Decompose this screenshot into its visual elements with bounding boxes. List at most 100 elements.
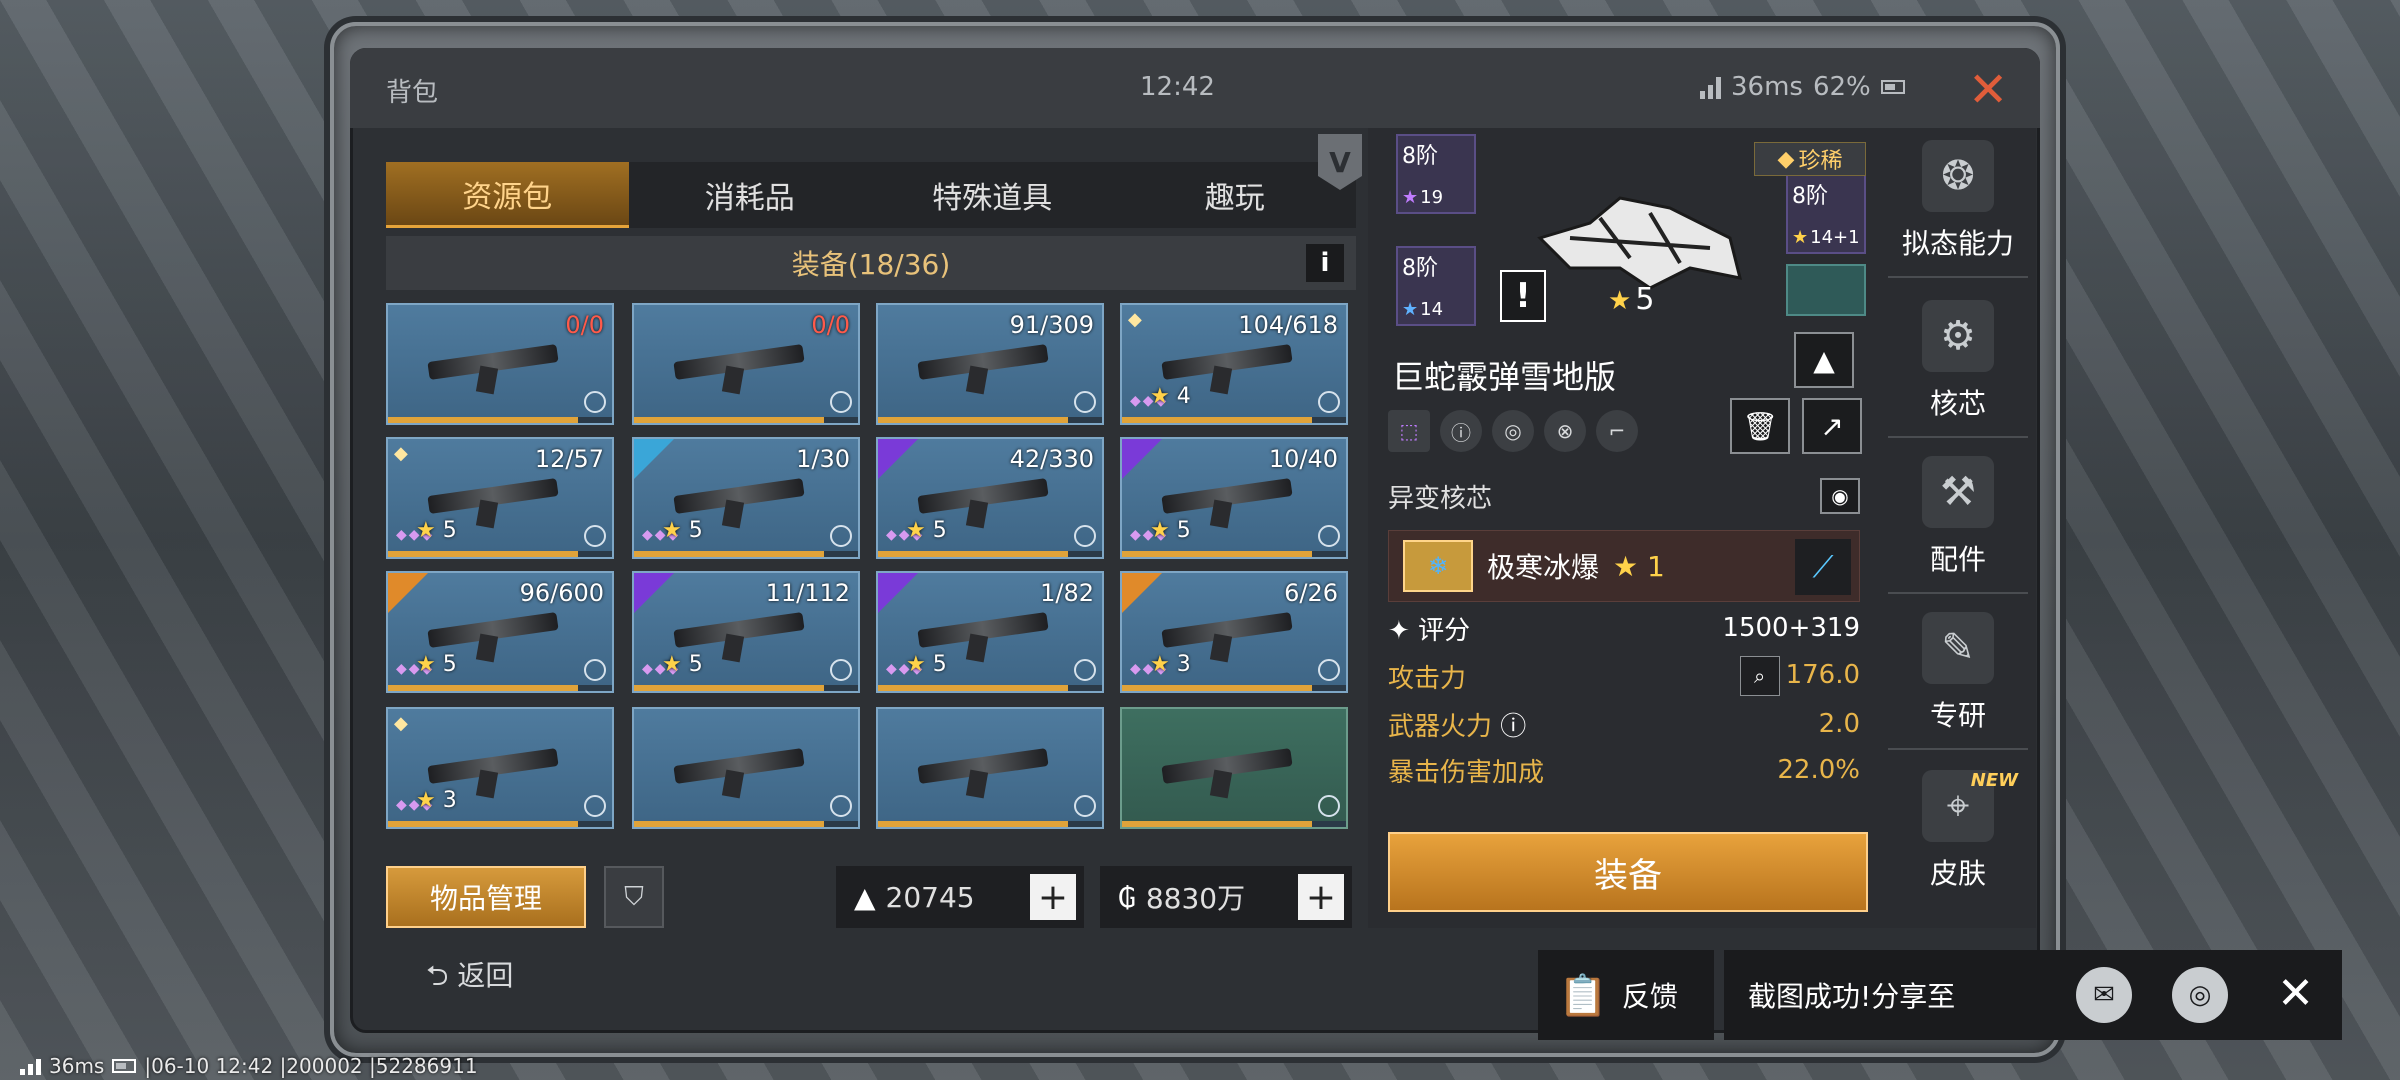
transfer-icon[interactable]: ▲ bbox=[1794, 332, 1854, 388]
item-status-icon bbox=[1074, 659, 1096, 681]
eye-icon[interactable]: ◉ bbox=[1820, 478, 1860, 514]
battery-icon bbox=[1880, 80, 1905, 94]
rarity-badge: ◆ 珍稀 bbox=[1754, 142, 1866, 176]
stat-row-firepower: 武器火力 ⓘ 2.0 bbox=[1388, 709, 1860, 742]
item-progress-bar bbox=[1122, 417, 1313, 423]
gem-icon: ◆ bbox=[1777, 146, 1795, 172]
share-icon[interactable]: ↗ bbox=[1802, 398, 1862, 454]
item-count: 96/600 bbox=[519, 579, 604, 607]
close-icon[interactable]: ✕ bbox=[1968, 62, 2008, 118]
item-status-icon bbox=[1074, 525, 1096, 547]
item-progress-bar bbox=[634, 685, 825, 691]
moments-icon[interactable]: ◎ bbox=[2172, 967, 2228, 1023]
tab-special-items[interactable]: 特殊道具 bbox=[871, 162, 1114, 228]
item-status-icon bbox=[584, 795, 606, 817]
equipment-header: 装备(18/36) bbox=[386, 236, 1356, 290]
item-count: 42/330 bbox=[1009, 445, 1094, 473]
weapon-preview-image bbox=[1537, 196, 1743, 290]
inventory-item[interactable]: 0/0 bbox=[386, 303, 614, 425]
item-manage-button[interactable]: 物品管理 bbox=[386, 866, 586, 928]
signal-icon-small bbox=[20, 1057, 41, 1075]
info-icon[interactable]: i bbox=[1306, 244, 1344, 282]
inventory-item[interactable]: 42/330◆◆◆5 bbox=[876, 437, 1104, 559]
damage-icon[interactable]: ⓘ bbox=[1440, 410, 1482, 452]
gun-icon[interactable]: ⌐ bbox=[1596, 410, 1638, 452]
clock: 12:42 bbox=[1140, 72, 1215, 102]
item-progress-bar bbox=[878, 685, 1069, 691]
inventory-item[interactable]: ◆◆◆◆3 bbox=[386, 707, 614, 829]
item-count: 10/40 bbox=[1268, 445, 1338, 473]
item-count: 6/26 bbox=[1284, 579, 1338, 607]
item-stars: 5 bbox=[416, 652, 457, 677]
filter-icon[interactable]: ⛉ bbox=[604, 866, 664, 928]
item-status-icon bbox=[1074, 795, 1096, 817]
tab-resource-pack[interactable]: 资源包 bbox=[386, 162, 629, 228]
back-button[interactable]: ⮌ 返回 bbox=[426, 954, 513, 1003]
window-title: 背包 bbox=[386, 78, 439, 108]
tier-slot-2[interactable]: 8阶 14 bbox=[1396, 246, 1476, 326]
inventory-item[interactable]: ◆104/618◆◆◆4 bbox=[1120, 303, 1348, 425]
core-item[interactable]: ❄ 极寒冰爆 1 ⟋ bbox=[1388, 530, 1860, 602]
add-currency1-button[interactable]: + bbox=[1030, 874, 1076, 920]
tier-slot-3[interactable]: 8阶 14+1 bbox=[1786, 174, 1866, 254]
equip-button[interactable]: 装备 bbox=[1388, 832, 1868, 912]
inventory-item[interactable]: 1/30◆◆◆5 bbox=[632, 437, 860, 559]
mimic-icon: ❂ bbox=[1922, 140, 1994, 212]
item-progress-bar bbox=[634, 551, 825, 557]
currency-gold: ₲ 8830万 + bbox=[1100, 866, 1352, 928]
tab-consumables[interactable]: 消耗品 bbox=[629, 162, 872, 228]
alert-icon[interactable]: ! bbox=[1500, 270, 1546, 322]
sidebar-item-parts[interactable]: ⚒ 配件 bbox=[1888, 444, 2028, 594]
inventory-item[interactable]: ◆12/57◆◆◆5 bbox=[386, 437, 614, 559]
add-currency2-button[interactable]: + bbox=[1298, 874, 1344, 920]
inventory-item[interactable] bbox=[632, 707, 860, 829]
item-status-icon bbox=[830, 391, 852, 413]
category-tabs: 资源包 消耗品 特殊道具 趣玩 bbox=[386, 162, 1356, 228]
gift-icon[interactable]: ⬚ bbox=[1388, 410, 1430, 452]
tier-slot-1[interactable]: 8阶 19 bbox=[1396, 134, 1476, 214]
item-count: 0/0 bbox=[811, 311, 850, 339]
delete-icon[interactable]: 🗑 bbox=[1730, 398, 1790, 454]
inventory-item[interactable]: 10/40◆◆◆5 bbox=[1120, 437, 1348, 559]
item-status-icon bbox=[584, 391, 606, 413]
sidebar-item-research[interactable]: ✎ 专研 bbox=[1888, 600, 2028, 750]
item-count: 1/82 bbox=[1040, 579, 1094, 607]
item-progress-bar bbox=[1122, 685, 1313, 691]
sidebar-item-mimic[interactable]: ❂ 拟态能力 bbox=[1888, 128, 2028, 278]
stat-row-crit: 暴击伤害加成 22.0% bbox=[1388, 755, 1860, 788]
item-progress-bar bbox=[878, 821, 1069, 827]
item-progress-bar bbox=[388, 821, 579, 827]
debug-status-line: 36ms |06-10 12:42 |200002 |52286911 bbox=[20, 1054, 478, 1078]
crosshair-icon[interactable]: ⊗ bbox=[1544, 410, 1586, 452]
item-status-icon bbox=[1318, 525, 1340, 547]
signal-icon bbox=[1700, 75, 1721, 99]
item-count: 0/0 bbox=[565, 311, 604, 339]
feedback-button[interactable]: 📋 反馈 bbox=[1538, 950, 1714, 1040]
item-stars: 4 bbox=[1150, 384, 1191, 409]
item-progress-bar bbox=[388, 685, 579, 691]
inventory-item[interactable] bbox=[1120, 707, 1348, 829]
item-status-icon bbox=[830, 525, 852, 547]
tier-slot-4[interactable] bbox=[1786, 264, 1866, 316]
item-status-icon bbox=[584, 659, 606, 681]
sidebar-item-skin[interactable]: NEW ⌖ 皮肤 bbox=[1888, 756, 2028, 906]
inventory-item[interactable]: 96/600◆◆◆5 bbox=[386, 571, 614, 693]
help-icon[interactable]: ⓘ bbox=[1500, 712, 1526, 742]
core-thumbnail-icon: ❄ bbox=[1403, 540, 1473, 592]
inventory-item[interactable]: 6/26◆◆◆3 bbox=[1120, 571, 1348, 693]
item-stars: 3 bbox=[416, 788, 457, 813]
inventory-item[interactable]: 91/309 bbox=[876, 303, 1104, 425]
item-progress-bar bbox=[388, 417, 579, 423]
close-toast-icon[interactable]: ✕ bbox=[2277, 968, 2314, 1019]
inventory-item[interactable]: 0/0 bbox=[632, 303, 860, 425]
item-stars: 5 bbox=[906, 518, 947, 543]
magnifier-icon[interactable]: ⌕ bbox=[1739, 656, 1780, 696]
inventory-item[interactable]: 1/82◆◆◆5 bbox=[876, 571, 1104, 693]
sidebar-item-core[interactable]: ⚙ 核芯 bbox=[1888, 288, 2028, 438]
item-progress-bar bbox=[1122, 551, 1313, 557]
inventory-item[interactable] bbox=[876, 707, 1104, 829]
swirl-icon[interactable]: ◎ bbox=[1492, 410, 1534, 452]
fishing-rod-image bbox=[664, 333, 814, 395]
wechat-icon[interactable]: ✉ bbox=[2076, 967, 2132, 1023]
inventory-item[interactable]: 11/112◆◆◆5 bbox=[632, 571, 860, 693]
